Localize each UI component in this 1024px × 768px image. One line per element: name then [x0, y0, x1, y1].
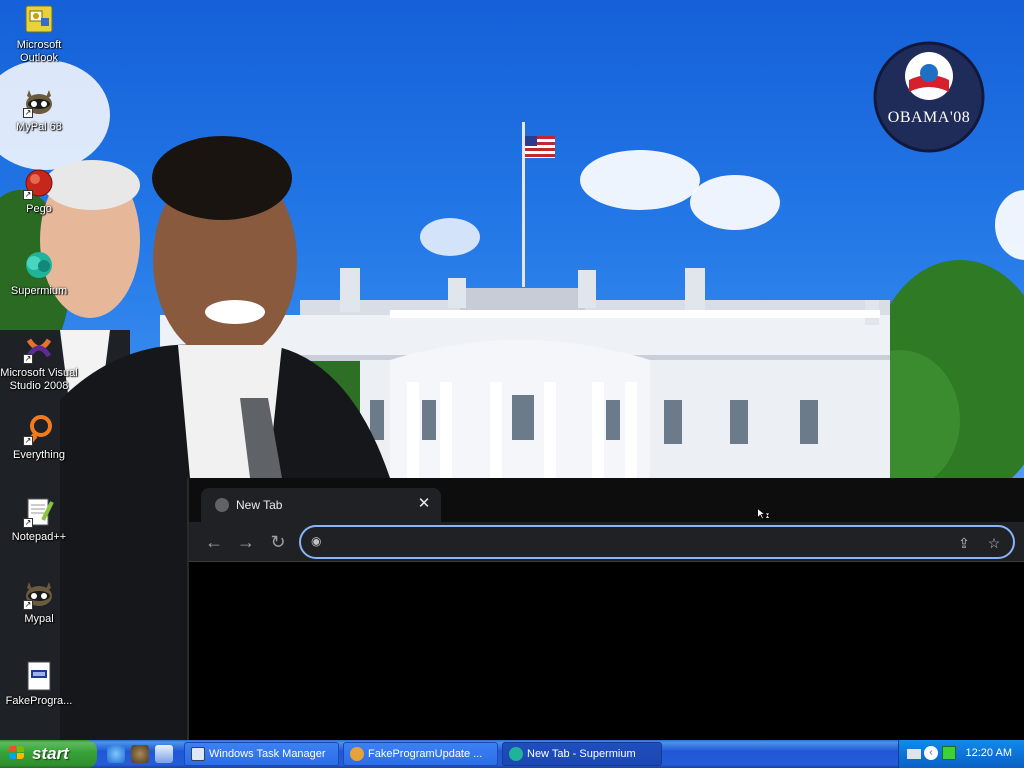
shortcut-arrow-icon: ↗: [23, 354, 33, 364]
browser-window: New Tab ✕ ← → ↻ ◉ ⇪ ☆: [187, 478, 1024, 740]
supermium-icon: [509, 747, 523, 761]
forward-arrow-icon[interactable]: →: [234, 530, 258, 554]
taskbar-button-task-manager[interactable]: Windows Task Manager: [184, 742, 339, 766]
tab-new-tab[interactable]: New Tab ✕: [201, 488, 441, 522]
internet-explorer-icon[interactable]: [107, 745, 125, 763]
desktop-icon-label: Mypal: [24, 613, 54, 625]
address-input[interactable]: [333, 531, 933, 553]
chevron-left-icon[interactable]: ‹: [924, 746, 938, 760]
obama-badge-text: OBAMA'08: [887, 109, 971, 126]
shortcut-arrow-icon: ↗: [23, 518, 33, 528]
desktop-icon-notepadpp[interactable]: ↗ Notepad++: [0, 496, 78, 544]
notepadpp-icon: ↗: [23, 496, 55, 528]
program-icon: [350, 747, 364, 761]
taskbar-button-label: Windows Task Manager: [209, 748, 326, 760]
executable-icon: [23, 660, 55, 692]
desktop-icon-mypal-68[interactable]: ↗ MyPal 68: [0, 86, 78, 134]
shortcut-arrow-icon: ↗: [23, 108, 33, 118]
network-icon[interactable]: [942, 746, 956, 760]
desktop-icon-label: MyPal 68: [16, 121, 62, 133]
desktop-icon-label: Everything: [13, 449, 65, 461]
windows-flag-icon: [9, 746, 26, 762]
desktop-icon-label: Supermium: [10, 285, 68, 297]
desktop-icon-label: Microsoft Visual Studio 2008: [0, 367, 78, 392]
site-info-icon: ◉: [311, 534, 322, 548]
desktop-icon-mypal[interactable]: ↗ Mypal: [0, 578, 78, 626]
desktop-icon-label: FakeProgra...: [5, 695, 73, 707]
start-label: start: [32, 744, 69, 763]
mypal-icon: ↗: [23, 578, 55, 610]
desktop-icon-supermium[interactable]: Supermium: [0, 250, 78, 298]
desktop-icon-everything[interactable]: ↗ Everything: [0, 414, 78, 462]
desktop-icon-microsoft-outlook[interactable]: Microsoft Outlook: [0, 4, 78, 65]
show-desktop-icon[interactable]: [155, 745, 173, 763]
shortcut-arrow-icon: ↗: [23, 436, 33, 446]
supermium-icon: [23, 250, 55, 282]
back-arrow-icon[interactable]: ←: [202, 530, 226, 554]
busy-cursor-icon: [757, 507, 771, 520]
task-manager-icon: [191, 747, 205, 761]
everything-icon: ↗: [23, 414, 55, 446]
pego-icon: ↗: [23, 168, 55, 200]
taskbar-button-supermium[interactable]: New Tab - Supermium: [502, 742, 662, 766]
taskbar-button-fakeprogramupdate[interactable]: FakeProgramUpdate ...: [343, 742, 498, 766]
visual-studio-icon: ↗: [23, 332, 55, 364]
keyboard-icon[interactable]: [907, 749, 921, 759]
desktop-icon-visual-studio-2008[interactable]: ↗ Microsoft Visual Studio 2008: [0, 332, 78, 393]
desktop-icon-label: Notepad++: [11, 531, 67, 543]
reload-icon[interactable]: ↻: [266, 530, 290, 554]
taskbar: start Windows Task Manager FakeProgramUp…: [0, 740, 1024, 768]
tab-title: New Tab: [236, 498, 283, 512]
outlook-icon: [23, 4, 55, 36]
taskbar-button-label: New Tab - Supermium: [527, 748, 636, 760]
tab-strip: New Tab ✕: [189, 478, 1024, 522]
address-bar[interactable]: ◉ ⇪ ☆: [299, 525, 1015, 559]
system-tray: ‹ 12:20 AM: [898, 740, 1024, 768]
bookmark-star-icon[interactable]: ☆: [983, 532, 1005, 554]
page-content[interactable]: [189, 563, 1024, 740]
desktop-icon-label: Microsoft Outlook: [16, 39, 62, 64]
browser-toolbar: ← → ↻ ◉ ⇪ ☆: [189, 522, 1024, 562]
mypal-icon[interactable]: [131, 745, 149, 763]
shortcut-arrow-icon: ↗: [23, 190, 33, 200]
shortcut-arrow-icon: ↗: [23, 600, 33, 610]
close-tab-icon[interactable]: ✕: [415, 495, 433, 513]
mypal-icon: ↗: [23, 86, 55, 118]
globe-icon: [215, 498, 229, 512]
start-button[interactable]: start: [0, 740, 97, 768]
share-icon[interactable]: ⇪: [953, 532, 975, 554]
desktop-icon-label: Pego: [26, 203, 52, 215]
desktop-icon-fakeprogram[interactable]: FakeProgra...: [0, 660, 78, 708]
desktop-icon-pego[interactable]: ↗ Pego: [0, 168, 78, 216]
clock[interactable]: 12:20 AM: [966, 747, 1012, 759]
taskbar-button-label: FakeProgramUpdate ...: [368, 748, 483, 760]
